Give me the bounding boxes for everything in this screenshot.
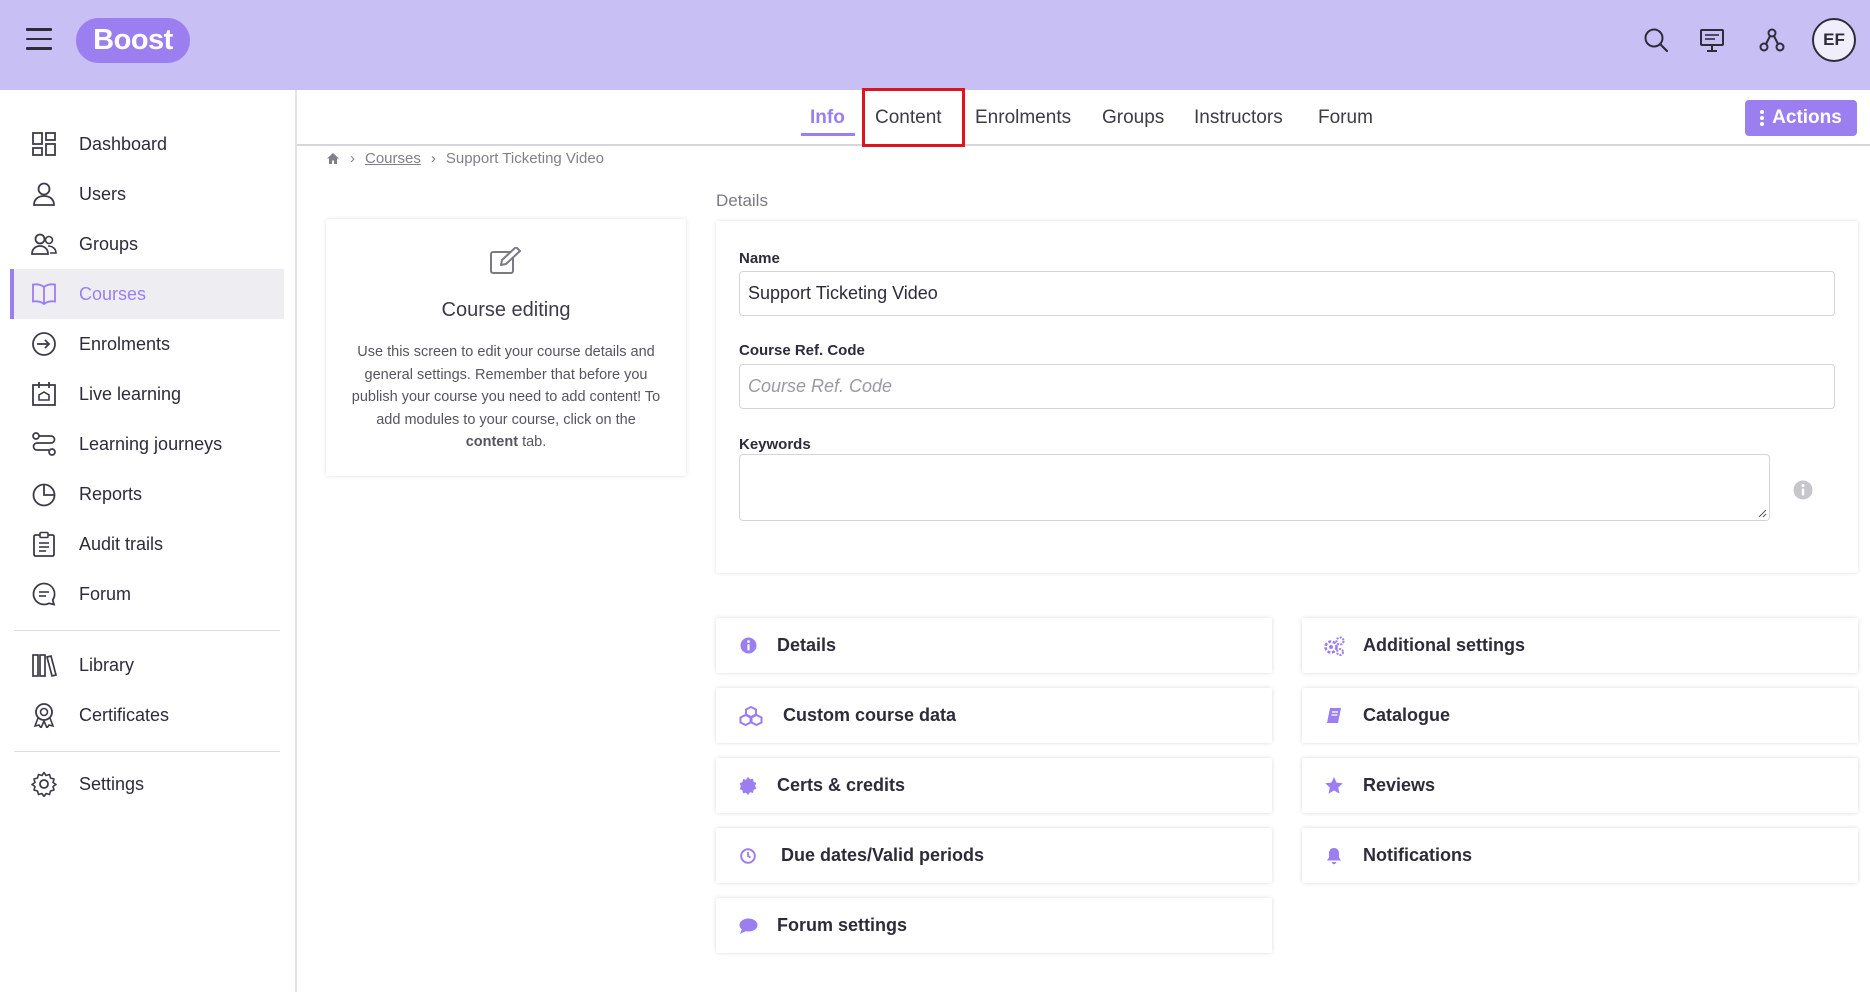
active-tab-indicator [801, 133, 855, 136]
section-catalogue[interactable]: Catalogue [1302, 688, 1858, 743]
course-ref-code-input[interactable] [739, 364, 1835, 409]
sidebar-item-learning-journeys[interactable]: Learning journeys [10, 419, 284, 469]
course-editing-card: Course editing Use this screen to edit y… [326, 219, 686, 476]
pie-chart-icon [29, 479, 59, 509]
breadcrumb-separator: › [350, 150, 355, 167]
clock-icon [737, 845, 759, 867]
sidebar-item-enrolments[interactable]: Enrolments [10, 319, 284, 369]
sidebar-item-courses[interactable]: Courses [10, 269, 284, 319]
sidebar-item-users[interactable]: Users [10, 169, 284, 219]
home-icon[interactable] [326, 152, 340, 165]
book-open-icon [29, 279, 59, 309]
kebab-icon [1760, 110, 1765, 126]
certificate-icon [737, 775, 759, 797]
sidebar-item-label: Learning journeys [79, 433, 223, 454]
breadcrumb-separator: › [430, 150, 436, 167]
section-details[interactable]: Details [716, 618, 1272, 673]
sidebar-item-label: Users [79, 183, 127, 204]
section-additional-settings[interactable]: Additional settings [1302, 618, 1858, 673]
sidebar-item-label: Certificates [79, 704, 170, 725]
section-custom-course-data[interactable]: Custom course data [716, 688, 1272, 743]
course-editing-text: Use this screen to edit your course deta… [351, 344, 661, 450]
cubes-icon [737, 705, 765, 727]
chat-icon [29, 579, 59, 609]
groups-icon [29, 229, 59, 259]
tab-instructors[interactable]: Instructors [1194, 107, 1283, 129]
sidebar-item-dashboard[interactable]: Dashboard [10, 119, 284, 169]
tab-info[interactable]: Info [810, 107, 845, 129]
top-bar: Boost EF [0, 0, 1870, 90]
calendar-icon [29, 379, 59, 409]
sidebar-item-label: Reports [79, 483, 143, 504]
journey-icon [29, 429, 59, 459]
gear-icon [29, 769, 59, 799]
user-icon [29, 179, 59, 209]
menu-icon[interactable] [26, 28, 52, 52]
details-section-label: Details [716, 191, 768, 210]
course-tabs [297, 90, 1870, 146]
bell-icon [1323, 845, 1345, 867]
actions-button[interactable]: Actions [1745, 100, 1857, 136]
sidebar-item-settings[interactable]: Settings [10, 759, 284, 809]
sidebar-item-label: Enrolments [79, 333, 171, 354]
section-reviews[interactable]: Reviews [1302, 758, 1858, 813]
info-icon[interactable] [1793, 480, 1813, 505]
sidebar-item-label: Settings [79, 773, 145, 794]
user-avatar[interactable]: EF [1812, 18, 1856, 62]
name-label: Name [739, 250, 780, 267]
sidebar-item-audit-trails[interactable]: Audit trails [10, 519, 284, 569]
enrol-icon [29, 329, 59, 359]
edit-icon [489, 246, 523, 280]
presentation-icon[interactable] [1696, 24, 1728, 56]
sidebar-item-certificates[interactable]: Certificates [10, 690, 284, 740]
tab-forum[interactable]: Forum [1318, 107, 1373, 129]
section-notifications[interactable]: Notifications [1302, 828, 1858, 883]
sidebar-divider [14, 630, 280, 631]
course-editing-title: Course editing [441, 299, 571, 321]
network-icon[interactable] [1756, 24, 1788, 56]
course-name-input[interactable] [739, 271, 1835, 316]
section-certs-credits[interactable]: Certs & credits [716, 758, 1272, 813]
sidebar-item-label: Groups [79, 233, 139, 254]
book-icon [1323, 705, 1345, 727]
sidebar-item-label: Courses [79, 283, 147, 304]
clipboard-icon [29, 529, 59, 559]
award-icon [29, 700, 59, 730]
section-due-dates[interactable]: Due dates/Valid periods [716, 828, 1272, 883]
sidebar-item-label: Audit trails [79, 533, 164, 554]
cogs-icon [1323, 635, 1345, 657]
logo[interactable]: Boost [76, 18, 190, 63]
content-tab-highlight [862, 88, 965, 147]
dashboard-icon [29, 129, 59, 159]
sidebar-item-live-learning[interactable]: Live learning [10, 369, 284, 419]
breadcrumb-current: Support Ticketing Video [445, 150, 605, 167]
search-icon[interactable] [1640, 24, 1672, 56]
tab-groups[interactable]: Groups [1102, 107, 1164, 129]
sidebar-item-label: Dashboard [79, 133, 168, 154]
ref-code-label: Course Ref. Code [739, 342, 865, 359]
keywords-label: Keywords [739, 436, 811, 453]
sidebar-item-forum[interactable]: Forum [10, 569, 284, 619]
sidebar-item-groups[interactable]: Groups [10, 219, 284, 269]
section-forum-settings[interactable]: Forum settings [716, 898, 1272, 953]
sidebar-divider [14, 751, 280, 752]
tab-enrolments[interactable]: Enrolments [975, 107, 1071, 129]
sidebar-item-label: Live learning [79, 383, 182, 404]
sidebar-item-library[interactable]: Library [10, 640, 284, 690]
library-icon [29, 650, 59, 680]
resize-handle-icon[interactable] [1757, 508, 1767, 518]
sidebar-item-label: Forum [79, 583, 132, 604]
sidebar-item-reports[interactable]: Reports [10, 469, 284, 519]
breadcrumb: › Courses › Support Ticketing Video [326, 150, 604, 167]
info-circle-icon [737, 635, 759, 657]
star-icon [1323, 775, 1345, 797]
breadcrumb-courses-link[interactable]: Courses [365, 150, 421, 167]
keywords-input[interactable] [739, 454, 1770, 521]
sidebar-item-label: Library [79, 654, 135, 675]
comment-icon [737, 915, 759, 937]
